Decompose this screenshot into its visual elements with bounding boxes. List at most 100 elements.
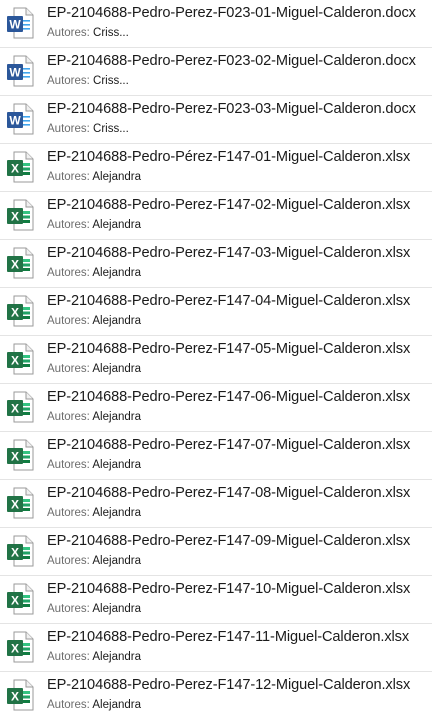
authors-label: Autores: bbox=[47, 123, 90, 135]
author-value: Alejandra bbox=[92, 603, 141, 615]
file-authors: Autores: Alejandra bbox=[47, 507, 141, 519]
file-authors: Autores: Alejandra bbox=[47, 699, 141, 711]
authors-label: Autores: bbox=[47, 171, 90, 183]
author-value: Alejandra bbox=[92, 507, 141, 519]
svg-text:X: X bbox=[11, 306, 19, 320]
file-row[interactable]: X EP-2104688-Pedro-Perez-F147-07-Miguel-… bbox=[0, 432, 432, 480]
excel-icon: X bbox=[6, 391, 34, 423]
file-row[interactable]: X EP-2104688-Pedro-Perez-F147-12-Miguel-… bbox=[0, 672, 432, 720]
excel-icon: X bbox=[6, 631, 34, 663]
author-value: Alejandra bbox=[92, 363, 141, 375]
file-row[interactable]: X EP-2104688-Pedro-Perez-F147-05-Miguel-… bbox=[0, 336, 432, 384]
file-authors: Autores: Criss... bbox=[47, 123, 129, 135]
author-value: Criss... bbox=[93, 27, 129, 39]
file-list: W EP-2104688-Pedro-Perez-F023-01-Miguel-… bbox=[0, 0, 432, 726]
file-name: EP-2104688-Pedro-Perez-F147-06-Miguel-Ca… bbox=[47, 389, 411, 405]
excel-icon: X bbox=[6, 535, 34, 567]
excel-icon: X bbox=[6, 295, 34, 327]
svg-text:X: X bbox=[11, 162, 19, 176]
author-value: Alejandra bbox=[92, 267, 141, 279]
svg-text:X: X bbox=[11, 546, 19, 560]
authors-label: Autores: bbox=[47, 267, 90, 279]
file-row[interactable]: X EP-2104688-Pedro-Perez-F147-04-Miguel-… bbox=[0, 288, 432, 336]
excel-icon: X bbox=[6, 343, 34, 375]
authors-label: Autores: bbox=[47, 603, 90, 615]
author-value: Criss... bbox=[93, 123, 129, 135]
author-value: Alejandra bbox=[92, 459, 141, 471]
svg-text:X: X bbox=[11, 450, 19, 464]
file-row[interactable]: W EP-2104688-Pedro-Perez-F023-03-Miguel-… bbox=[0, 96, 432, 144]
authors-label: Autores: bbox=[47, 363, 90, 375]
file-authors: Autores: Criss... bbox=[47, 75, 129, 87]
file-row[interactable]: X EP-2104688-Pedro-Perez-F147-06-Miguel-… bbox=[0, 384, 432, 432]
svg-text:X: X bbox=[11, 690, 19, 704]
excel-icon: X bbox=[6, 199, 34, 231]
file-authors: Autores: Alejandra bbox=[47, 459, 141, 471]
file-name: EP-2104688-Pedro-Perez-F147-10-Miguel-Ca… bbox=[47, 581, 411, 597]
file-name: EP-2104688-Pedro-Perez-F147-12-Miguel-Ca… bbox=[47, 677, 411, 693]
author-value: Alejandra bbox=[92, 315, 141, 327]
author-value: Alejandra bbox=[92, 171, 141, 183]
file-name: EP-2104688-Pedro-Perez-F147-08-Miguel-Ca… bbox=[47, 485, 411, 501]
excel-icon: X bbox=[6, 583, 34, 615]
author-value: Alejandra bbox=[92, 411, 141, 423]
svg-text:X: X bbox=[11, 642, 19, 656]
word-icon: W bbox=[6, 7, 34, 39]
file-authors: Autores: Alejandra bbox=[47, 651, 141, 663]
excel-icon: X bbox=[6, 487, 34, 519]
author-value: Alejandra bbox=[92, 699, 141, 711]
file-row[interactable]: X EP-2104688-Pedro-Perez-F147-11-Miguel-… bbox=[0, 624, 432, 672]
word-icon: W bbox=[6, 55, 34, 87]
excel-icon: X bbox=[6, 679, 34, 711]
file-name: EP-2104688-Pedro-Perez-F023-01-Miguel-Ca… bbox=[47, 5, 416, 21]
file-authors: Autores: Alejandra bbox=[47, 219, 141, 231]
file-authors: Autores: Alejandra bbox=[47, 603, 141, 615]
file-authors: Autores: Alejandra bbox=[47, 411, 141, 423]
authors-label: Autores: bbox=[47, 315, 90, 327]
file-authors: Autores: Alejandra bbox=[47, 171, 141, 183]
file-name: EP-2104688-Pedro-Perez-F023-02-Miguel-Ca… bbox=[47, 53, 416, 69]
file-row[interactable]: W EP-2104688-Pedro-Perez-F023-02-Miguel-… bbox=[0, 48, 432, 96]
authors-label: Autores: bbox=[47, 555, 90, 567]
svg-text:X: X bbox=[11, 258, 19, 272]
file-row[interactable]: X EP-2104688-Pedro-Perez-F147-09-Miguel-… bbox=[0, 528, 432, 576]
file-row[interactable]: X EP-2104688-Pedro-Perez-F147-02-Miguel-… bbox=[0, 192, 432, 240]
file-authors: Autores: Alejandra bbox=[47, 267, 141, 279]
file-authors: Autores: Alejandra bbox=[47, 363, 141, 375]
authors-label: Autores: bbox=[47, 27, 90, 39]
svg-text:W: W bbox=[9, 66, 21, 80]
file-row[interactable]: X EP-2104688-Pedro-Pérez-F147-01-Miguel-… bbox=[0, 144, 432, 192]
file-name: EP-2104688-Pedro-Perez-F147-09-Miguel-Ca… bbox=[47, 533, 411, 549]
file-name: EP-2104688-Pedro-Perez-F147-05-Miguel-Ca… bbox=[47, 341, 411, 357]
authors-label: Autores: bbox=[47, 219, 90, 231]
file-row[interactable]: X EP-2104688-Pedro-Perez-F147-03-Miguel-… bbox=[0, 240, 432, 288]
file-authors: Autores: Criss... bbox=[47, 27, 129, 39]
file-row[interactable]: X EP-2104688-Pedro-Perez-F147-10-Miguel-… bbox=[0, 576, 432, 624]
file-row[interactable]: W EP-2104688-Pedro-Perez-F023-01-Miguel-… bbox=[0, 0, 432, 48]
file-name: EP-2104688-Pedro-Perez-F147-07-Miguel-Ca… bbox=[47, 437, 411, 453]
file-name: EP-2104688-Pedro-Pérez-F147-01-Miguel-Ca… bbox=[47, 149, 411, 165]
excel-icon: X bbox=[6, 247, 34, 279]
file-row[interactable]: X EP-2104688-Pedro-Perez-F147-08-Miguel-… bbox=[0, 480, 432, 528]
author-value: Alejandra bbox=[92, 651, 141, 663]
file-authors: Autores: Alejandra bbox=[47, 555, 141, 567]
file-name: EP-2104688-Pedro-Perez-F023-03-Miguel-Ca… bbox=[47, 101, 416, 117]
svg-text:X: X bbox=[11, 498, 19, 512]
file-authors: Autores: Alejandra bbox=[47, 315, 141, 327]
svg-text:X: X bbox=[11, 594, 19, 608]
excel-icon: X bbox=[6, 151, 34, 183]
svg-text:X: X bbox=[11, 210, 19, 224]
authors-label: Autores: bbox=[47, 651, 90, 663]
svg-text:X: X bbox=[11, 354, 19, 368]
authors-label: Autores: bbox=[47, 75, 90, 87]
authors-label: Autores: bbox=[47, 507, 90, 519]
file-name: EP-2104688-Pedro-Perez-F147-11-Miguel-Ca… bbox=[47, 629, 410, 645]
file-name: EP-2104688-Pedro-Perez-F147-03-Miguel-Ca… bbox=[47, 245, 411, 261]
word-icon: W bbox=[6, 103, 34, 135]
svg-text:W: W bbox=[9, 18, 21, 32]
file-name: EP-2104688-Pedro-Perez-F147-04-Miguel-Ca… bbox=[47, 293, 411, 309]
svg-text:W: W bbox=[9, 114, 21, 128]
authors-label: Autores: bbox=[47, 411, 90, 423]
author-value: Criss... bbox=[93, 75, 129, 87]
excel-icon: X bbox=[6, 439, 34, 471]
